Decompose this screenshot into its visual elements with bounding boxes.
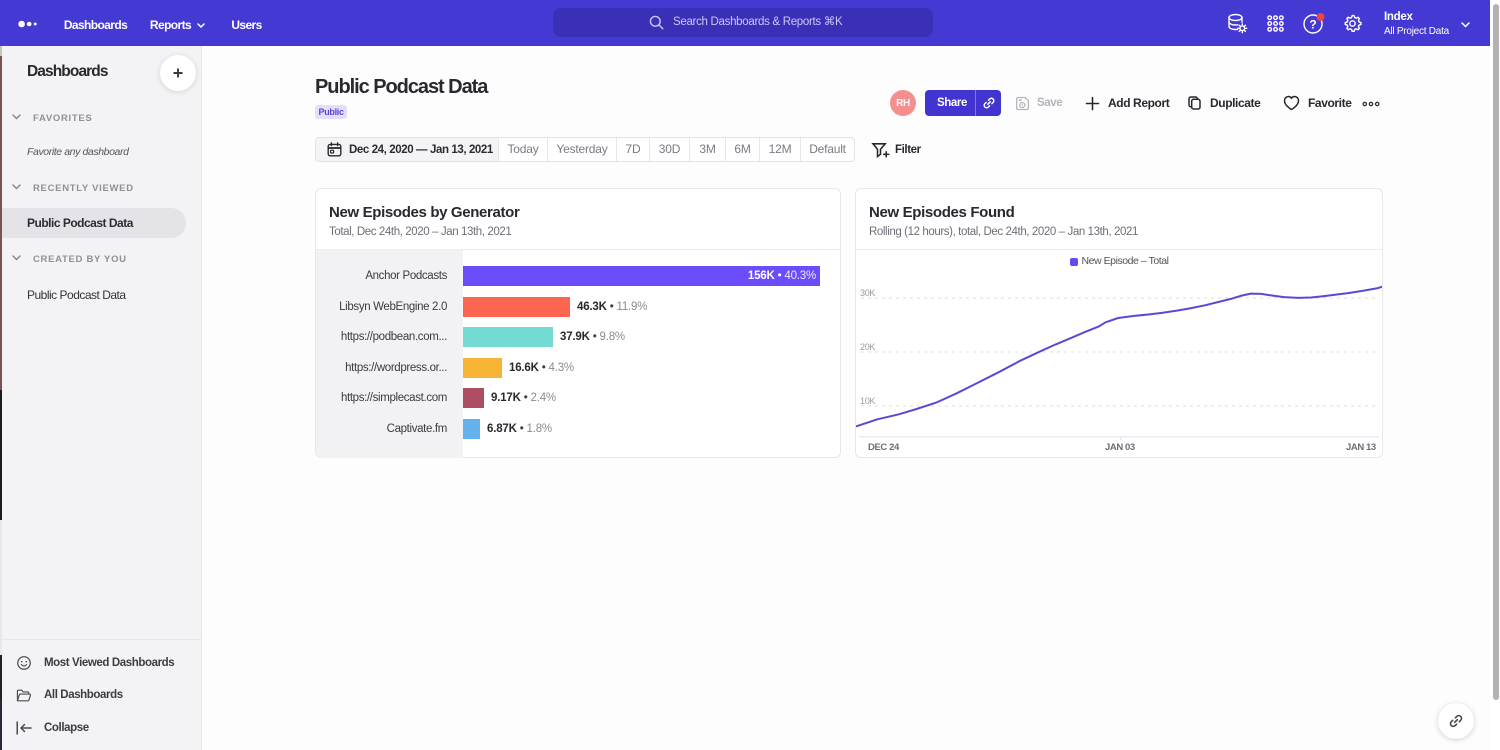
svg-text:?: ? xyxy=(1309,18,1316,32)
